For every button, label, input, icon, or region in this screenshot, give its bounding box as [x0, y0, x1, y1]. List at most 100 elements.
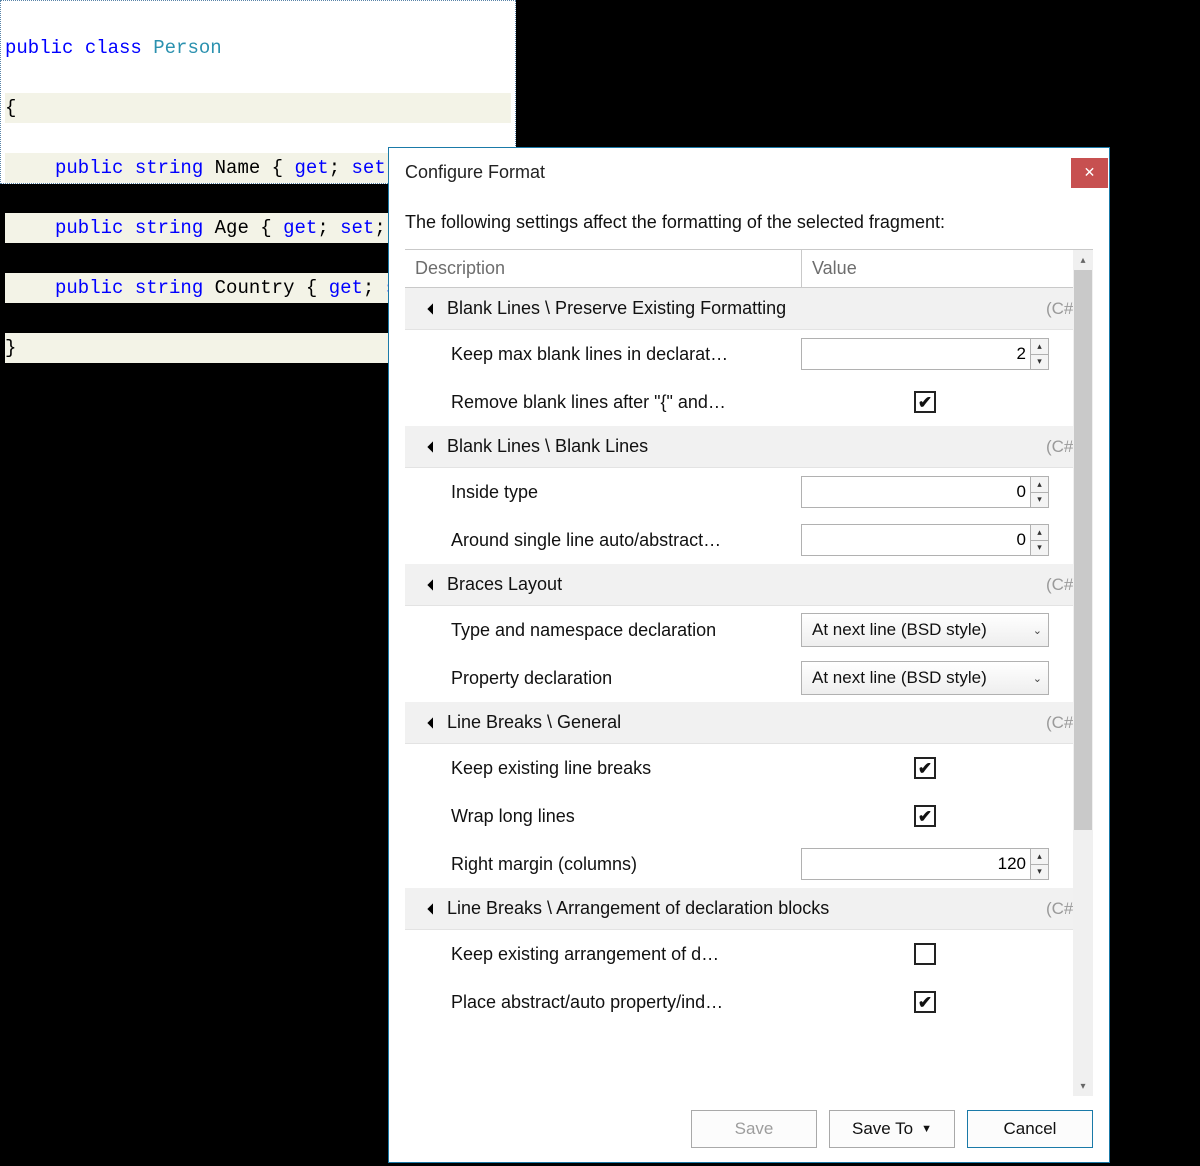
checkbox[interactable] [914, 943, 936, 965]
setting-label: Right margin (columns) [451, 854, 801, 875]
spin-up-icon[interactable]: ▴ [1031, 525, 1048, 541]
collapse-triangle-icon [427, 441, 438, 452]
number-field[interactable] [802, 477, 1030, 507]
scroll-thumb[interactable] [1074, 270, 1092, 830]
number-field[interactable] [802, 849, 1030, 879]
checkbox[interactable] [914, 757, 936, 779]
setting-label: Inside type [451, 482, 801, 503]
property-name: Age [215, 217, 249, 239]
group-header[interactable]: Blank Lines \ Preserve Existing Formatti… [405, 288, 1093, 330]
spin-up-icon[interactable]: ▴ [1031, 477, 1048, 493]
column-description[interactable]: Description [405, 250, 801, 287]
spin-down-icon[interactable]: ▾ [1031, 865, 1048, 880]
group-header[interactable]: Blank Lines \ Blank Lines(C#) [405, 426, 1093, 468]
select-value: At next line (BSD style) [812, 668, 1029, 688]
setting-control: At next line (BSD style)⌄ [801, 613, 1089, 647]
save-to-button[interactable]: Save To ▼ [829, 1110, 955, 1148]
number-field[interactable] [802, 525, 1030, 555]
spin-down-icon[interactable]: ▾ [1031, 493, 1048, 508]
setting-control [801, 757, 1089, 779]
number-input[interactable]: ▴▾ [801, 524, 1049, 556]
number-field[interactable] [802, 339, 1030, 369]
setting-label: Around single line auto/abstract… [451, 530, 801, 551]
group-title: Blank Lines \ Blank Lines [447, 436, 648, 457]
keyword-public: public [5, 37, 73, 59]
brace-open: { [5, 97, 16, 119]
select-arrow-icon: ⌄ [1033, 672, 1042, 685]
property-name: Name [215, 157, 261, 179]
setting-label: Type and namespace declaration [451, 620, 801, 641]
setting-label: Remove blank lines after "{" and… [451, 392, 801, 413]
collapse-triangle-icon [427, 903, 438, 914]
group-title: Blank Lines \ Preserve Existing Formatti… [447, 298, 786, 319]
group-header[interactable]: Braces Layout(C#) [405, 564, 1093, 606]
group-title: Braces Layout [447, 574, 562, 595]
setting-control [801, 943, 1089, 965]
checkbox[interactable] [914, 391, 936, 413]
number-input[interactable]: ▴▾ [801, 338, 1049, 370]
dialog-button-bar: Save Save To ▼ Cancel [389, 1096, 1109, 1162]
setting-row: Type and namespace declarationAt next li… [405, 606, 1093, 654]
setting-label: Wrap long lines [451, 806, 801, 827]
setting-row: Wrap long lines [405, 792, 1093, 840]
setting-label: Keep existing line breaks [451, 758, 801, 779]
save-button[interactable]: Save [691, 1110, 817, 1148]
setting-control: At next line (BSD style) ⌄ [801, 661, 1089, 695]
setting-row: Right margin (columns)▴▾ [405, 840, 1093, 888]
setting-row: Place abstract/auto property/ind… [405, 978, 1093, 1026]
setting-control [801, 805, 1089, 827]
cancel-button[interactable]: Cancel [967, 1110, 1093, 1148]
number-input[interactable]: ▴▾ [801, 848, 1049, 880]
dialog-title: Configure Format [405, 162, 545, 183]
scroll-up-button[interactable]: ▴ [1073, 250, 1093, 270]
group-header[interactable]: Line Breaks \ Arrangement of declaration… [405, 888, 1093, 930]
checkbox[interactable] [914, 991, 936, 1013]
setting-control: ▴▾ [801, 338, 1089, 370]
setting-row: Around single line auto/abstract…▴▾ [405, 516, 1093, 564]
column-value[interactable]: Value [801, 250, 1093, 287]
type-name: Person [153, 37, 221, 59]
spin-down-icon[interactable]: ▾ [1031, 355, 1048, 370]
dropdown-arrow-icon: ▼ [921, 1123, 932, 1135]
setting-row: Keep max blank lines in declarat…▴▾ [405, 330, 1093, 378]
checkbox[interactable] [914, 805, 936, 827]
spin-up-icon[interactable]: ▴ [1031, 849, 1048, 865]
setting-control: ▴▾ [801, 848, 1089, 880]
setting-row: Inside type▴▾ [405, 468, 1093, 516]
number-input[interactable]: ▴▾ [801, 476, 1049, 508]
setting-control [801, 991, 1089, 1013]
setting-label: Keep existing arrangement of d… [451, 944, 801, 965]
collapse-triangle-icon [427, 579, 438, 590]
group-title: Line Breaks \ General [447, 712, 621, 733]
setting-row: Property declarationAt next line (BSD st… [405, 654, 1093, 702]
select-input[interactable]: At next line (BSD style)⌄ [801, 613, 1049, 647]
setting-row: Remove blank lines after "{" and… [405, 378, 1093, 426]
brace-close: } [5, 337, 16, 359]
select-value: At next line (BSD style) [812, 620, 1029, 640]
setting-control [801, 391, 1089, 413]
select-input[interactable]: At next line (BSD style) ⌄ [801, 661, 1049, 695]
spin-down-icon[interactable]: ▾ [1031, 541, 1048, 556]
scroll-down-button[interactable]: ▾ [1073, 1076, 1093, 1096]
scroll-track[interactable] [1073, 270, 1093, 1076]
scrollbar[interactable]: ▴ ▾ [1073, 250, 1093, 1096]
setting-label: Place abstract/auto property/ind… [451, 992, 801, 1013]
dialog-intro: The following settings affect the format… [389, 196, 1109, 243]
collapse-triangle-icon [427, 303, 438, 314]
setting-label: Keep max blank lines in declarat… [451, 344, 801, 365]
grid-header: Description Value [405, 250, 1093, 288]
setting-control: ▴▾ [801, 524, 1089, 556]
close-button[interactable]: ✕ [1071, 158, 1108, 188]
settings-grid: Description Value Blank Lines \ Preserve… [405, 249, 1093, 1096]
spin-up-icon[interactable]: ▴ [1031, 339, 1048, 355]
save-to-label: Save To [852, 1119, 913, 1139]
dialog-titlebar: Configure Format ✕ [389, 148, 1109, 196]
group-title: Line Breaks \ Arrangement of declaration… [447, 898, 829, 919]
collapse-triangle-icon [427, 717, 438, 728]
group-header[interactable]: Line Breaks \ General(C#) [405, 702, 1093, 744]
configure-format-dialog: Configure Format ✕ The following setting… [388, 147, 1110, 1163]
setting-row: Keep existing arrangement of d… [405, 930, 1093, 978]
setting-control: ▴▾ [801, 476, 1089, 508]
keyword-class: class [85, 37, 142, 59]
setting-row: Keep existing line breaks [405, 744, 1093, 792]
